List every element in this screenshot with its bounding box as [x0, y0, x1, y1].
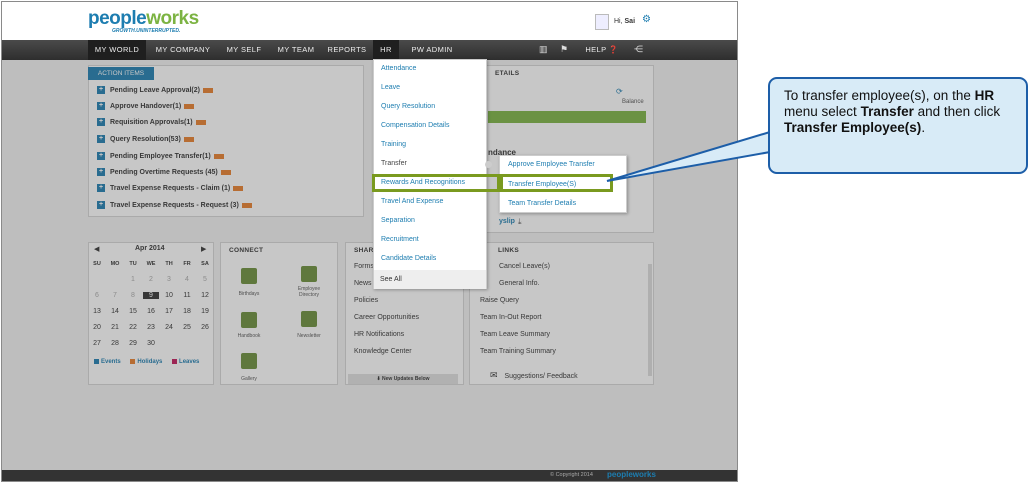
- callout-bold-transfer-employees: Transfer Employee(s): [784, 120, 922, 135]
- callout-text-2: menu select: [784, 104, 857, 119]
- callout-text-3: and then click: [917, 104, 1001, 119]
- callout-pointer: [606, 130, 771, 182]
- callout-pointer-shape: [606, 130, 771, 182]
- callout-text-4: .: [921, 120, 926, 135]
- callout-bold-hr: HR: [974, 88, 995, 103]
- callout-text-1: To transfer employee(s), on the: [784, 88, 971, 103]
- callout-bold-transfer: Transfer: [860, 104, 914, 119]
- instruction-callout: To transfer employee(s), on the HR menu …: [768, 77, 1028, 174]
